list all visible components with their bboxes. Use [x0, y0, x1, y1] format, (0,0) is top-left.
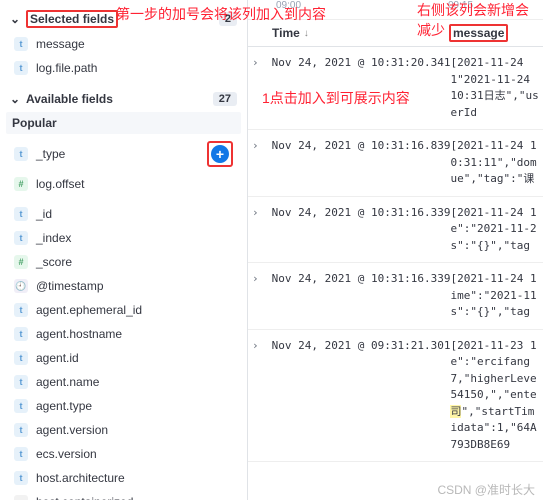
message-column-header[interactable]: message: [449, 26, 539, 40]
time-cell: Nov 24, 2021 @ 10:31:16.339: [272, 271, 451, 321]
selected-fields-label: Selected fields: [26, 10, 118, 28]
expand-row-icon[interactable]: ›: [252, 138, 272, 188]
popular-label: Popular: [12, 116, 57, 130]
field-row[interactable]: t agent.version: [10, 418, 237, 442]
type-text-icon: t: [14, 471, 28, 485]
type-text-icon: t: [14, 399, 28, 413]
type-text-icon: t: [14, 351, 28, 365]
field-row[interactable]: t agent.name: [10, 370, 237, 394]
message-cell: [2021-11-23 1e":"ercifang7,"higherLeve54…: [450, 338, 539, 454]
time-cell: Nov 24, 2021 @ 10:31:20.341: [272, 55, 451, 121]
field-name-label: log.offset: [36, 177, 233, 191]
field-row[interactable]: t agent.type: [10, 394, 237, 418]
table-row: ›Nov 24, 2021 @ 10:31:16.839[2021-11-24 …: [248, 130, 543, 197]
table-body: ›Nov 24, 2021 @ 10:31:20.341[2021-11-24 …: [248, 47, 543, 500]
field-name-label: agent.id: [36, 351, 233, 365]
time-column-header[interactable]: Time ↓: [272, 26, 449, 40]
available-fields-label: Available fields: [26, 92, 113, 106]
field-name-label: host.architecture: [36, 471, 233, 485]
watermark: CSDN @准时长大: [437, 481, 535, 498]
field-name-label: _id: [36, 207, 233, 221]
field-row[interactable]: 🕘 @timestamp: [10, 274, 237, 298]
add-field-button[interactable]: +: [211, 145, 229, 163]
field-name-label: host.containerized: [36, 495, 233, 500]
expand-row-icon[interactable]: ›: [252, 205, 272, 255]
field-row[interactable]: t agent.hostname: [10, 322, 237, 346]
available-fields-header[interactable]: ⌄ Available fields 27: [10, 88, 237, 110]
type-text-icon: t: [14, 37, 28, 51]
field-name-label: agent.type: [36, 399, 233, 413]
timeline-tick: 09:15: [448, 0, 473, 11]
type-text-icon: t: [14, 303, 28, 317]
expand-row-icon[interactable]: ›: [252, 55, 272, 121]
popular-group-header: Popular: [6, 112, 241, 134]
field-row[interactable]: # _score: [10, 250, 237, 274]
field-row[interactable]: • host.containerized: [10, 490, 237, 500]
field-row[interactable]: t log.file.path: [10, 56, 237, 80]
field-row[interactable]: t _id: [10, 202, 237, 226]
type-text-icon: t: [14, 61, 28, 75]
sidebar: ⌄ Selected fields 2 t message t log.file.pa…: [0, 0, 248, 500]
field-name-label: _type: [36, 147, 199, 161]
field-row[interactable]: t ecs.version: [10, 442, 237, 466]
time-cell: Nov 24, 2021 @ 10:31:16.839: [272, 138, 451, 188]
type-unknown-icon: •: [14, 495, 28, 500]
field-name-label: agent.ephemeral_id: [36, 303, 233, 317]
field-name-label: @timestamp: [36, 279, 233, 293]
timeline-tick: 09:00: [276, 0, 301, 11]
field-name-label: agent.hostname: [36, 327, 233, 341]
type-number-icon: #: [14, 177, 28, 191]
message-cell: [2021-11-24 10:31:11","domue","tag":"课: [450, 138, 539, 188]
type-text-icon: t: [14, 147, 28, 161]
message-cell: [2021-11-24 1ime":"2021-11s":"{}","tag: [450, 271, 539, 321]
time-cell: Nov 24, 2021 @ 10:31:16.339: [272, 205, 451, 255]
table-row: ›Nov 24, 2021 @ 10:31:20.341[2021-11-24 …: [248, 47, 543, 130]
type-text-icon: t: [14, 423, 28, 437]
type-text-icon: t: [14, 375, 28, 389]
expand-row-icon[interactable]: ›: [252, 271, 272, 321]
add-field-highlight: +: [207, 141, 233, 167]
type-text-icon: t: [14, 327, 28, 341]
expand-row-icon[interactable]: ›: [252, 338, 272, 454]
type-date-icon: 🕘: [14, 279, 28, 293]
field-row[interactable]: t agent.id: [10, 346, 237, 370]
available-fields-count: 27: [213, 92, 237, 106]
sort-down-icon: ↓: [304, 28, 309, 39]
table-row: ›Nov 24, 2021 @ 10:31:16.339[2021-11-24 …: [248, 263, 543, 330]
field-name-label: agent.name: [36, 375, 233, 389]
field-name-label: _score: [36, 255, 233, 269]
field-row[interactable]: t message: [10, 32, 237, 56]
chevron-down-icon: ⌄: [10, 12, 20, 26]
field-row[interactable]: # log.offset: [10, 172, 237, 196]
message-cell: [2021-11-24 1e":"2021-11-2s":"{}","tag: [450, 205, 539, 255]
field-row[interactable]: t agent.ephemeral_id: [10, 298, 237, 322]
field-name-label: agent.version: [36, 423, 233, 437]
field-row[interactable]: t _index: [10, 226, 237, 250]
time-cell: Nov 24, 2021 @ 09:31:21.301: [272, 338, 451, 454]
field-row[interactable]: t host.architecture: [10, 466, 237, 490]
type-text-icon: t: [14, 231, 28, 245]
type-number-icon: #: [14, 255, 28, 269]
main-panel: 09:00 09:15 Time ↓ message ›Nov 24, 2021…: [248, 0, 543, 500]
selected-fields-header[interactable]: ⌄ Selected fields 2: [10, 6, 237, 32]
chevron-down-icon: ⌄: [10, 92, 20, 106]
timeline-axis: 09:00 09:15: [248, 0, 543, 20]
field-name-label: ecs.version: [36, 447, 233, 461]
type-text-icon: t: [14, 447, 28, 461]
field-row[interactable]: t _type +: [10, 136, 237, 172]
table-header-row: Time ↓ message: [248, 20, 543, 47]
message-cell: [2021-11-24 1"2021-11-24 10:31日志","userI…: [450, 55, 539, 121]
field-name-label: message: [36, 37, 233, 51]
table-row: ›Nov 24, 2021 @ 10:31:16.339[2021-11-24 …: [248, 197, 543, 264]
field-name-label: log.file.path: [36, 61, 233, 75]
selected-fields-count: 2: [219, 12, 237, 26]
field-name-label: _index: [36, 231, 233, 245]
type-text-icon: t: [14, 207, 28, 221]
table-row: ›Nov 24, 2021 @ 09:31:21.301[2021-11-23 …: [248, 330, 543, 463]
